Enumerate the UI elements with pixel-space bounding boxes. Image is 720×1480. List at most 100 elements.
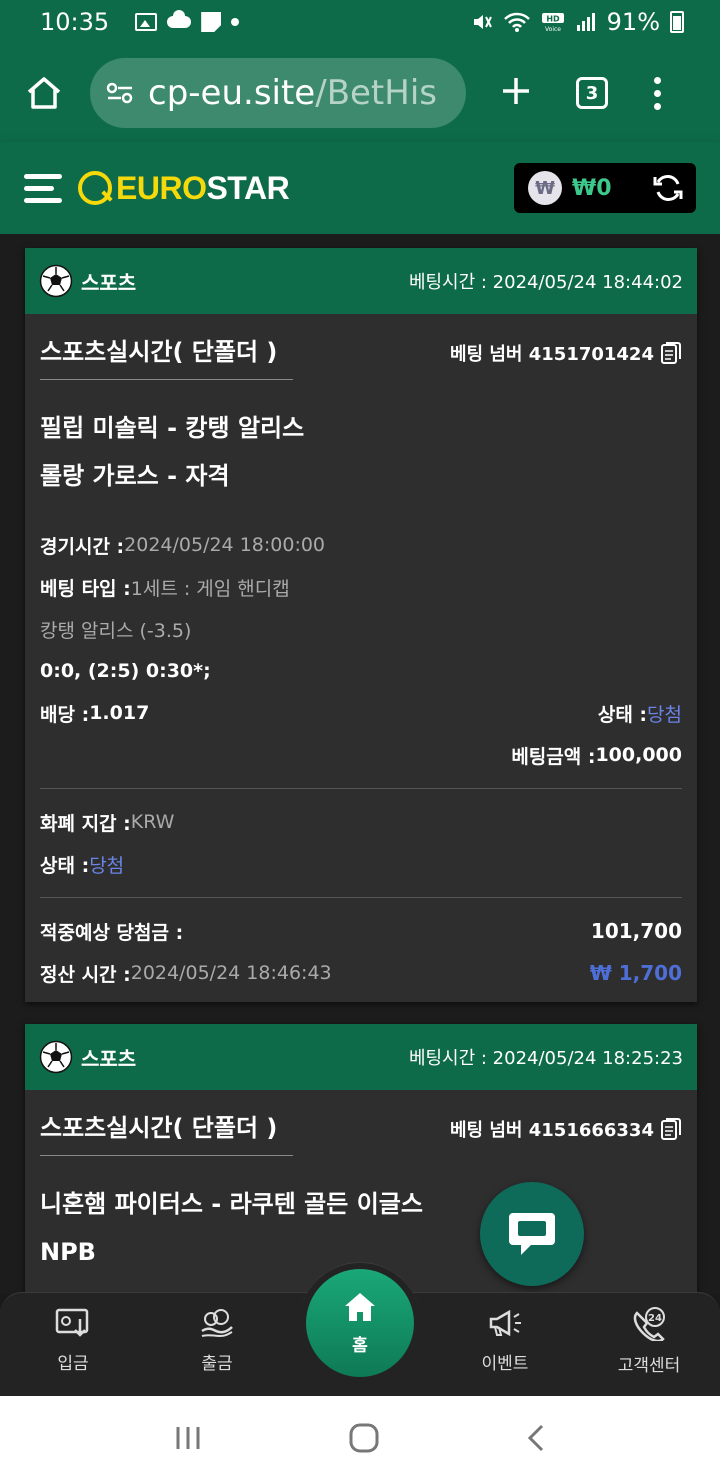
new-tab-button[interactable] <box>496 73 536 113</box>
logo-euro: EURO <box>116 169 207 206</box>
nav-withdraw[interactable]: 출금 <box>157 1307 277 1374</box>
system-nav-bar <box>0 1396 720 1480</box>
note-icon <box>201 12 222 32</box>
bet-time: 베팅시간 : 2024/05/24 18:25:23 <box>408 1048 683 1069</box>
expected-win-label: 적중예상 당첨금 : <box>40 921 184 944</box>
copy-icon[interactable] <box>660 341 682 365</box>
bet-type-label: 베팅 타입 : <box>40 577 131 600</box>
recent-apps-icon[interactable] <box>173 1424 203 1452</box>
nav-event[interactable]: 이벤트 <box>445 1307 565 1374</box>
bet-number-text: 베팅 넘버 4151701424 <box>449 344 654 365</box>
svg-text:24: 24 <box>648 1313 662 1324</box>
megaphone-icon <box>489 1309 521 1337</box>
chat-button[interactable] <box>480 1182 584 1286</box>
house-icon <box>345 1292 375 1321</box>
odds-value: 1.017 <box>89 702 150 724</box>
hd-voice-icon: HD Voice <box>541 13 564 33</box>
bet-card: 스포츠 베팅시간 : 2024/05/24 18:44:02 스포츠실시간( 단… <box>25 248 697 1002</box>
match-teams: 필립 미솔릭 - 캉탱 알리스 <box>40 414 305 442</box>
chat-icon <box>509 1213 555 1255</box>
bet-card: 스포츠 베팅시간 : 2024/05/24 18:25:23 스포츠실시간( 단… <box>25 1024 697 1294</box>
bet-details: 경기시간 : 2024/05/24 18:00:00 베팅 타입 : 1세트 :… <box>40 524 682 776</box>
copy-icon[interactable] <box>660 1117 682 1141</box>
address-bar[interactable]: cp-eu.site/BetHis <box>90 58 466 128</box>
settle-time-value: 2024/05/24 18:46:43 <box>130 962 332 984</box>
match-league: 롤랑 가로스 - 자격 <box>40 462 230 490</box>
back-icon[interactable] <box>525 1423 547 1453</box>
bet-history-list[interactable]: 스포츠 베팅시간 : 2024/05/24 18:44:02 스포츠실시간( 단… <box>0 234 720 1294</box>
game-time-label: 경기시간 : <box>40 535 125 558</box>
tabs-button[interactable]: 3 <box>576 77 608 109</box>
mute-icon <box>473 15 492 29</box>
plus-icon <box>503 78 529 104</box>
svg-text:HD: HD <box>546 15 560 24</box>
svg-text:Voice: Voice <box>545 26 561 33</box>
home-circle-icon[interactable] <box>348 1422 380 1454</box>
soccer-ball-icon <box>39 264 73 298</box>
wifi-icon <box>503 12 530 32</box>
bet-number: 베팅 넘버 4151666334 <box>450 1116 682 1142</box>
bet-number-text: 베팅 넘버 4151666334 <box>449 1120 654 1141</box>
support-24-icon: 24 <box>633 1307 665 1341</box>
expected-win-value: 101,700 <box>590 919 682 943</box>
soccer-ball-icon <box>39 1040 73 1074</box>
settle-time-label: 정산 시간 : <box>40 963 131 986</box>
wallet-value: KRW <box>130 811 175 833</box>
clock: 10:35 <box>40 8 110 36</box>
status2-label: 상태 : <box>40 854 90 877</box>
more-icon[interactable] <box>654 76 661 110</box>
status-bar: 10:35 HD Voice 91% <box>0 0 720 44</box>
balance-amount: ₩0 <box>572 175 612 201</box>
eurostar-logo[interactable]: EURO STAR <box>78 169 290 207</box>
card-header: 스포츠 베팅시간 : 2024/05/24 18:25:23 <box>25 1024 697 1090</box>
url-host: cp-eu.site <box>148 73 316 113</box>
divider <box>40 788 682 789</box>
nav-support[interactable]: 24 고객센터 <box>589 1307 709 1376</box>
card-category: 스포츠 <box>81 270 137 295</box>
site-header: EURO STAR ₩ ₩0 <box>0 142 720 234</box>
battery-icon <box>670 11 684 33</box>
url-path: /BetHis <box>315 73 437 113</box>
nav-withdraw-label: 출금 <box>201 1354 233 1374</box>
tune-icon <box>106 82 133 104</box>
won-icon: ₩ <box>528 171 562 205</box>
game-time-value: 2024/05/24 18:00:00 <box>124 534 326 556</box>
match-teams: 니혼햄 파이터스 - 라쿠텐 골든 이글스 <box>40 1190 423 1218</box>
status-badge: 당첨 <box>647 703 682 726</box>
cloud-icon <box>167 10 192 28</box>
signal-icon <box>576 13 595 31</box>
browser-toolbar: cp-eu.site/BetHis 3 <box>0 44 720 142</box>
nav-home[interactable]: 홈 <box>306 1269 414 1377</box>
card-category: 스포츠 <box>81 1046 137 1071</box>
nav-home-label: 홈 <box>352 1335 368 1356</box>
browser-home-button[interactable] <box>24 73 64 113</box>
notification-dot-icon <box>231 18 240 26</box>
stake-value: 100,000 <box>595 744 682 766</box>
status2-badge: 당첨 <box>89 854 125 877</box>
wallet-balance: ₩ ₩0 <box>514 163 696 213</box>
selection: 캉탱 알리스 (-3.5) <box>40 619 192 642</box>
match-info: 필립 미솔릭 - 캉탱 알리스 롤랑 가로스 - 자격 <box>40 404 682 500</box>
wallet-label: 화폐 지갑 : <box>40 812 131 835</box>
image-icon <box>135 13 158 31</box>
stake-label: 베팅금액 : <box>511 745 596 768</box>
menu-icon[interactable] <box>24 173 62 203</box>
nav-deposit[interactable]: 입금 <box>13 1307 133 1374</box>
nav-deposit-label: 입금 <box>57 1354 89 1374</box>
odds-label: 배당 : <box>40 703 90 726</box>
logo-star: STAR <box>206 169 290 206</box>
bet-title: 스포츠실시간( 단폴더 ) <box>40 332 294 380</box>
logo-mark-icon <box>78 171 112 205</box>
bet-type-value: 1세트 : 게임 핸디캡 <box>130 577 290 600</box>
nav-support-label: 고객센터 <box>617 1356 681 1376</box>
score: 0:0, (2:5) 0:30*; <box>40 660 211 682</box>
status-label: 상태 : <box>597 703 648 726</box>
bet-number: 베팅 넘버 4151701424 <box>450 340 682 366</box>
home-icon <box>27 77 61 109</box>
bet-title: 스포츠실시간( 단폴더 ) <box>40 1108 294 1156</box>
nav-event-label: 이벤트 <box>481 1354 529 1374</box>
deposit-icon <box>55 1308 89 1337</box>
divider <box>40 897 682 898</box>
refresh-icon[interactable] <box>652 172 684 204</box>
url-text: cp-eu.site/BetHis <box>148 73 437 113</box>
